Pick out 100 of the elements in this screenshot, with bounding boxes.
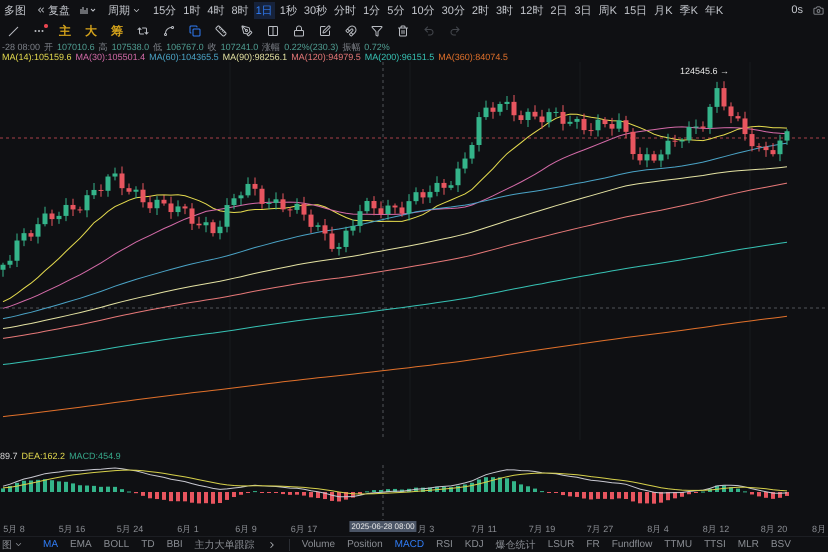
interval-tab[interactable]: 15分 [151, 2, 178, 18]
indicator-tab[interactable]: BSV [770, 539, 791, 550]
ohlc-time: -28 08:00 [2, 42, 40, 52]
interval-tab[interactable]: 2日 [548, 2, 570, 18]
ohlc-value: 106767.0 [166, 42, 204, 52]
tool-label[interactable]: 主 [59, 22, 71, 40]
interval-tab[interactable]: 月K [652, 2, 675, 18]
interval-tab[interactable]: 15日 [622, 2, 650, 18]
indicator-tab[interactable]: TTSI [704, 539, 726, 550]
indicator-tab[interactable]: BBI [166, 539, 183, 550]
filter-icon[interactable] [371, 25, 383, 37]
interval-tab[interactable]: 30分 [440, 2, 467, 18]
indicator-tab[interactable]: TTMU [664, 539, 692, 550]
double-chevron-left-icon [36, 5, 46, 15]
ohlc-value: 0.22%(230.3) [284, 42, 338, 52]
interval-tab[interactable]: 1分 [361, 2, 382, 18]
axis-date-label: 8月 12 [702, 523, 730, 536]
indicator-tab[interactable]: 爆仓统计 [496, 538, 536, 552]
axis-date-label: 8月 [812, 523, 826, 536]
ma-legend-item: MA(30):105501.4 [76, 52, 146, 62]
indicator-tab[interactable]: MA [43, 539, 58, 550]
interval-tab[interactable]: 5分 [385, 2, 406, 18]
ma-legend-item: MA(14):105159.6 [2, 52, 72, 62]
indicator-tab[interactable]: FR [586, 539, 600, 550]
interval-tab[interactable]: 3日 [572, 2, 594, 18]
crosshair-date-label: 2025-06-28 08:00 [349, 521, 417, 532]
indicator-tab[interactable]: Volume [302, 539, 336, 550]
lock-icon[interactable] [293, 25, 305, 37]
interval-tab[interactable]: 分时 [332, 2, 358, 18]
axis-date-label: 5月 24 [116, 523, 144, 536]
interval-tab[interactable]: 周K [596, 2, 619, 18]
period-dropdown[interactable]: 周期 [108, 2, 141, 18]
interval-tab[interactable]: 1日 [254, 2, 275, 18]
interval-tab[interactable]: 30秒 [302, 2, 330, 18]
indicator-tab[interactable]: KDJ [464, 539, 484, 550]
indicator-tab[interactable]: RSI [436, 539, 453, 550]
interval-tab[interactable]: 10分 [409, 2, 437, 18]
ohlc-value: 107010.6 [57, 42, 95, 52]
columns-icon[interactable] [267, 25, 279, 37]
indicator-tab[interactable]: MACD [394, 539, 424, 550]
axis-date-label: 月 3 [418, 523, 434, 536]
interval-tab[interactable]: 1秒 [278, 2, 299, 18]
indicator-tab[interactable]: EMA [70, 539, 92, 550]
ohlc-label: 开 [44, 40, 54, 54]
tool-label[interactable]: 筹 [111, 22, 123, 40]
high-price-label: 124545.6 → [680, 66, 730, 76]
indicator-tab[interactable]: 主力大单跟踪 [194, 538, 255, 552]
trash-icon[interactable] [397, 25, 409, 37]
copy-icon[interactable] [189, 25, 201, 37]
axis-date-label: 6月 17 [290, 523, 318, 536]
ohlc-label: 收 [208, 40, 217, 54]
ma-legend-item: MA(360):84074.5 [438, 52, 508, 62]
indicator-tab[interactable]: MLR [738, 539, 759, 550]
ohlc-label: 涨幅 [262, 40, 280, 54]
macd-legend-item: DEA:162.2 [22, 451, 66, 461]
edit-icon[interactable] [319, 25, 331, 37]
axis-date-label: 7月 11 [471, 523, 497, 536]
indicator-tab[interactable]: Position [347, 539, 383, 550]
ma-legend-item: MA(60):104365.5 [149, 52, 219, 62]
macd-legend-item: 89.7 [0, 451, 18, 461]
interval-tab[interactable]: 年K [702, 2, 726, 18]
ohlc-label: 高 [98, 40, 108, 54]
ohlc-value: 0.72% [364, 42, 390, 52]
indicator-tab[interactable]: LSUR [548, 539, 574, 550]
axis-date-label: 7月 19 [528, 523, 556, 536]
interval-tab[interactable]: 季K [678, 2, 700, 18]
tool-label[interactable]: 大 [85, 22, 97, 40]
refresh-timer: 0s [791, 4, 803, 16]
interval-tab[interactable]: 4时 [205, 2, 226, 18]
axis-date-label: 8月 4 [647, 523, 669, 536]
ma-legend-item: MA(120):94979.5 [291, 52, 361, 62]
axis-date-label: 6月 9 [235, 523, 257, 536]
interval-tab[interactable]: 1时 [181, 2, 202, 18]
indicator-tab[interactable]: Fundflow [612, 539, 652, 550]
ohlc-label: 低 [153, 40, 162, 54]
ma-legend-item: MA(200):96151.5 [364, 52, 434, 62]
interval-tab[interactable]: 3时 [494, 2, 516, 18]
axis-date-label: 8月 20 [760, 523, 788, 536]
interval-tab[interactable]: 8时 [230, 2, 251, 18]
layout-label[interactable]: 多图 [4, 2, 26, 18]
axis-date-label: 5月 8 [3, 523, 25, 536]
chart-type-icon[interactable] [80, 5, 98, 15]
ruler-icon[interactable] [215, 25, 227, 37]
indicator-tab[interactable]: TD [141, 539, 155, 550]
macd-legend-item: MACD:454.9 [69, 451, 121, 461]
camera-icon[interactable] [813, 4, 824, 16]
magnet-icon[interactable] [345, 25, 357, 37]
pen-icon[interactable] [241, 25, 253, 37]
axis-date-label: 6月 1 [177, 523, 199, 536]
replay-button[interactable]: 复盘 [36, 2, 70, 18]
axis-date-label: 7月 27 [586, 523, 614, 536]
ma-legend-item: MA(90):98256.1 [222, 52, 288, 62]
indicator-menu-button[interactable]: 图 [2, 538, 31, 552]
repeat-icon[interactable] [137, 25, 149, 37]
chevron-down-icon [14, 540, 23, 549]
line-tool-icon[interactable] [8, 26, 19, 36]
indicator-tab[interactable]: BOLL [104, 539, 130, 550]
interval-tab[interactable]: 12时 [518, 2, 546, 18]
spline-icon[interactable] [163, 25, 175, 37]
interval-tab[interactable]: 2时 [470, 2, 491, 18]
